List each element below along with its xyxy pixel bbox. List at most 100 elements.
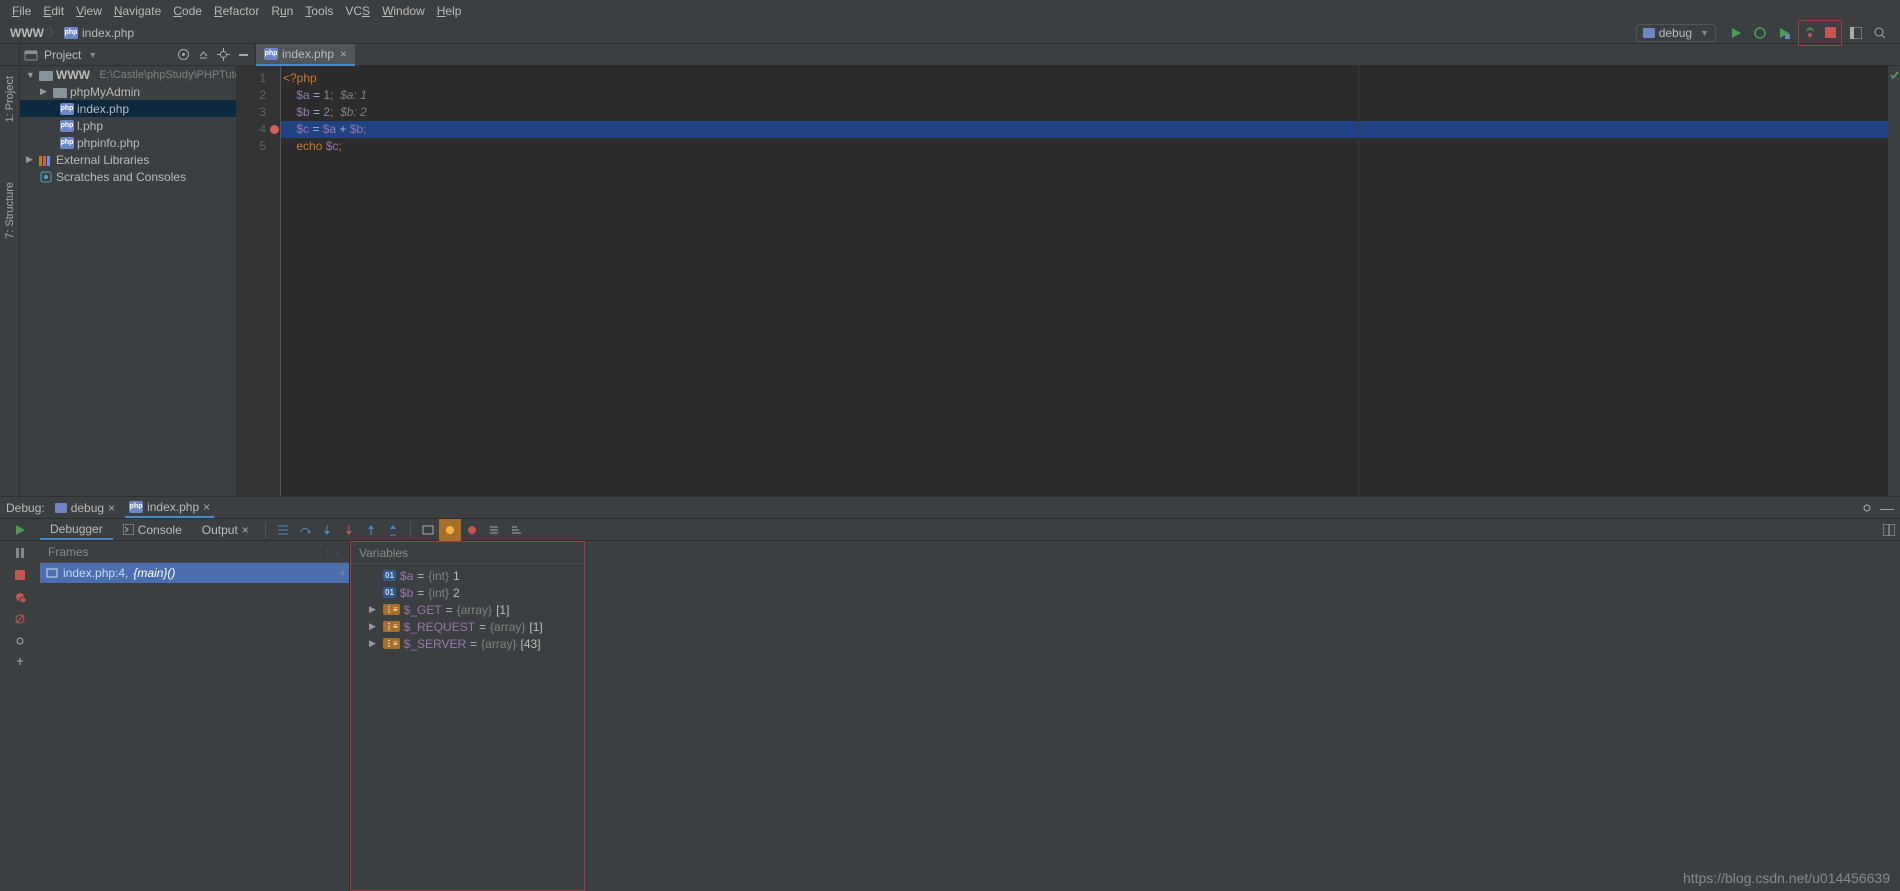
- editor-tab[interactable]: php index.php ×: [256, 44, 355, 66]
- project-tool-header: Project ▼: [20, 44, 256, 65]
- code-editor[interactable]: 1 2 3 4 5 <?php $a = 1; $a: 1 $b = 2; $b…: [236, 66, 1900, 496]
- library-icon: [39, 154, 53, 166]
- run-config-selector[interactable]: debug ▼: [1636, 24, 1716, 42]
- console-tab[interactable]: Console: [113, 519, 192, 540]
- run-to-cursor-icon[interactable]: [382, 519, 404, 541]
- tree-scratches[interactable]: ▶ Scratches and Consoles: [20, 168, 236, 185]
- close-icon[interactable]: ×: [242, 523, 249, 537]
- menu-refactor[interactable]: Refactor: [208, 2, 265, 20]
- debug-button[interactable]: [1750, 23, 1770, 43]
- variable-row[interactable]: ▶⋮≡ $_SERVER = {array} [43]: [351, 635, 584, 652]
- output-tab[interactable]: Output ×: [192, 519, 259, 540]
- breadcrumb-root[interactable]: WWW: [10, 26, 44, 40]
- chevron-right-icon[interactable]: ▶: [369, 604, 379, 615]
- debug-session-tab[interactable]: debug ×: [51, 499, 119, 517]
- chevron-right-icon[interactable]: ▶: [369, 638, 379, 649]
- view-breakpoints-icon[interactable]: [10, 587, 30, 607]
- hide-icon[interactable]: [235, 47, 251, 63]
- collapse-icon[interactable]: [195, 47, 211, 63]
- settings-list-icon[interactable]: [483, 519, 505, 541]
- search-everywhere-icon[interactable]: [1870, 23, 1890, 43]
- chevron-down-icon[interactable]: ▼: [26, 70, 36, 80]
- evaluate-expression-icon[interactable]: [417, 519, 439, 541]
- gear-icon[interactable]: [215, 47, 231, 63]
- step-into-icon[interactable]: [316, 519, 338, 541]
- close-icon[interactable]: ×: [108, 501, 115, 515]
- stop-icon[interactable]: [10, 565, 30, 585]
- force-step-into-icon[interactable]: [338, 519, 360, 541]
- target-icon[interactable]: [175, 47, 191, 63]
- tree-project-root[interactable]: ▼ WWW E:\Castle\phpStudy\PHPTutorial: [20, 66, 236, 83]
- type-badge: ⋮≡: [383, 604, 400, 615]
- tree-folder[interactable]: ▶ phpMyAdmin: [20, 83, 236, 100]
- variable-row[interactable]: 01 $b = {int} 2: [351, 584, 584, 601]
- php-file-icon: php: [60, 137, 74, 149]
- step-over-icon[interactable]: [294, 519, 316, 541]
- debugger-tab[interactable]: Debugger: [40, 519, 113, 540]
- breakpoint-icon[interactable]: 4: [236, 121, 280, 138]
- prev-frame-icon[interactable]: ↑: [325, 545, 331, 559]
- menu-file[interactable]: File: [6, 2, 37, 20]
- php-file-icon: php: [60, 103, 74, 115]
- php-page-icon: [55, 502, 67, 514]
- trace-icon[interactable]: [439, 519, 461, 541]
- rerun-button[interactable]: [14, 524, 26, 536]
- debug-session-tab[interactable]: php index.php ×: [125, 498, 214, 518]
- step-out-icon[interactable]: [360, 519, 382, 541]
- variable-row[interactable]: 01 $a = {int} 1: [351, 567, 584, 584]
- add-watch-icon[interactable]: +: [339, 566, 346, 580]
- tree-label: External Libraries: [56, 153, 149, 167]
- chevron-down-icon[interactable]: ▼: [88, 50, 97, 60]
- close-icon[interactable]: ×: [340, 47, 347, 61]
- variable-row[interactable]: ▶⋮≡ $_GET = {array} [1]: [351, 601, 584, 618]
- tool-structure-button[interactable]: 7: Structure: [4, 182, 16, 239]
- tool-project-button[interactable]: 1: Project: [4, 76, 16, 122]
- menu-code[interactable]: Code: [167, 2, 208, 20]
- layout-icon[interactable]: [1878, 519, 1900, 541]
- project-tree[interactable]: ▼ WWW E:\Castle\phpStudy\PHPTutorial ▶ p…: [20, 66, 236, 496]
- variable-row[interactable]: ▶⋮≡ $_REQUEST = {array} [1]: [351, 618, 584, 635]
- chevron-right-icon[interactable]: ▶: [26, 154, 36, 165]
- start-listening-icon[interactable]: [1800, 23, 1820, 43]
- project-tool-title[interactable]: Project: [44, 48, 81, 62]
- sort-icon[interactable]: [505, 519, 527, 541]
- chevron-right-icon[interactable]: ▶: [40, 86, 50, 97]
- run-coverage-button[interactable]: [1774, 23, 1794, 43]
- next-frame-icon[interactable]: ↓: [335, 545, 341, 559]
- tree-file[interactable]: php phpinfo.php: [20, 134, 236, 151]
- pin-icon[interactable]: [10, 653, 30, 673]
- settings-icon[interactable]: [10, 631, 30, 651]
- tree-external-libs[interactable]: ▶ External Libraries: [20, 151, 236, 168]
- tree-file[interactable]: php l.php: [20, 117, 236, 134]
- menu-tools[interactable]: Tools: [299, 2, 339, 20]
- run-button[interactable]: [1726, 23, 1746, 43]
- php-file-icon: php: [264, 48, 278, 60]
- tree-file[interactable]: php index.php: [20, 100, 236, 117]
- pause-icon[interactable]: [10, 543, 30, 563]
- editor-gutter[interactable]: 1 2 3 4 5: [236, 66, 281, 496]
- layout-icon[interactable]: [1846, 23, 1866, 43]
- editor-content[interactable]: <?php $a = 1; $a: 1 $b = 2; $b: 2 $c = $…: [281, 66, 1888, 496]
- show-execution-point-icon[interactable]: [272, 519, 294, 541]
- breadcrumb-separator: 〉: [48, 24, 60, 41]
- close-icon[interactable]: ×: [203, 500, 210, 514]
- breadcrumb-file[interactable]: index.php: [82, 26, 134, 40]
- menu-edit[interactable]: Edit: [37, 2, 70, 20]
- menu-navigate[interactable]: Navigate: [108, 2, 167, 20]
- toolbar-row: Project ▼ php index.php ×: [0, 44, 1900, 66]
- hide-icon[interactable]: —: [1880, 500, 1894, 516]
- mute-breakpoints-icon[interactable]: [461, 519, 483, 541]
- stop-button[interactable]: [1820, 23, 1840, 43]
- mute-breakpoints-icon[interactable]: [10, 609, 30, 629]
- menu-window[interactable]: Window: [376, 2, 431, 20]
- editor-error-stripe[interactable]: [1888, 66, 1900, 496]
- stack-frame[interactable]: index.php:4, {main}(): [40, 563, 349, 583]
- chevron-right-icon[interactable]: ▶: [369, 621, 379, 632]
- menu-vcs[interactable]: VCS: [339, 2, 376, 20]
- menu-help[interactable]: Help: [431, 2, 468, 20]
- variable-type: {array}: [490, 620, 525, 634]
- gear-icon[interactable]: [1860, 501, 1874, 515]
- type-badge: 01: [383, 570, 396, 581]
- menu-view[interactable]: View: [70, 2, 108, 20]
- menu-run[interactable]: Run: [265, 2, 299, 20]
